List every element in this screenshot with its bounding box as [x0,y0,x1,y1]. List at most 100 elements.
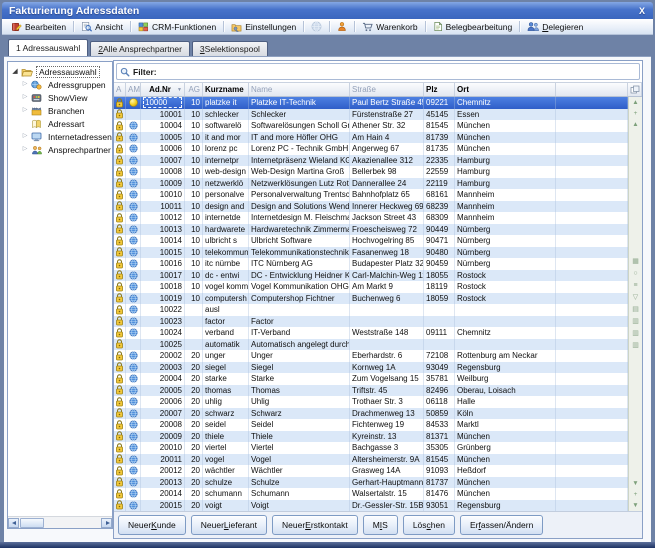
grid-row-10011[interactable]: 1001110design andDesign and Solutions We… [114,201,628,213]
grid-row-10018[interactable]: 1001810vogel kommVogel Kommunikation OHG… [114,281,628,293]
tree-item-adressauswahl[interactable]: ◢Adressauswahl [8,65,112,78]
grid-row-20006[interactable]: 2000620uhligUhligTrothaer Str. 306118Hal… [114,396,628,408]
column-chooser-button[interactable] [628,83,642,96]
scroll-up-icon[interactable]: ▲ [632,121,638,128]
grid-row-20010[interactable]: 2001020viertelViertelBachgasse 335305Grü… [114,442,628,454]
column-header-lock[interactable]: A [114,83,126,96]
column-header-plz[interactable]: Plz [424,83,455,96]
scroll-down-icon[interactable]: ▼ [632,480,638,487]
tree-collapsed-arrow-icon[interactable]: ▷ [21,143,29,156]
column-header-name[interactable]: Name [249,83,350,96]
tree-item-adressgruppen[interactable]: ▷Adressgruppen [8,78,112,91]
column-header-ag[interactable]: AG [185,83,203,96]
grid-row-10005[interactable]: 1000510it and morIT and more Höfler OHGA… [114,132,628,144]
filter-input[interactable] [160,64,639,79]
toolbar-button-einstellungen[interactable]: Einstellungen [226,20,301,34]
grid-row-20013[interactable]: 2001320schulzeSchulzeGerhart-Hauptmann-R… [114,477,628,489]
column-header-strasse[interactable]: Straße [350,83,424,96]
button-neuer-lieferant[interactable]: Neuer Lieferant [191,515,267,535]
grid-row-10015[interactable]: 1001510telekommunTelekommunikationstechn… [114,247,628,259]
tree-collapsed-arrow-icon[interactable]: ▷ [21,130,29,143]
tree-item-adressart[interactable]: Adressart [8,117,112,130]
insert-icon[interactable]: + [634,491,638,498]
column-header-adnr[interactable]: Ad.Nr▼ [141,83,185,96]
column-header-kurzname[interactable]: Kurzname [203,83,249,96]
toolbar-button-crm-funktionen[interactable]: CRM-Funktionen [133,20,221,34]
column-header-am[interactable]: AM [126,83,141,96]
record-icon[interactable]: ▥ [632,342,639,350]
list-icon[interactable]: ≡ [633,282,637,290]
grid-row-20014[interactable]: 2001420schumannSchumannWalsertalstr. 158… [114,488,628,500]
scroll-right-icon[interactable] [101,518,112,528]
tree-collapsed-arrow-icon[interactable]: ▷ [21,104,29,117]
columns-icon[interactable]: ▦ [632,258,639,266]
column-header-filler[interactable] [556,83,628,96]
grid-row-10010[interactable]: 1001010personalvePersonalverwaltung Tren… [114,189,628,201]
grid-row-10000[interactable]: 1000010platzke itPlatzke IT-TechnikPaul … [114,97,628,109]
layout-icon[interactable]: ▤ [632,306,639,314]
inline-edit-adnr[interactable]: 10000 [143,97,182,108]
grid-row-10024[interactable]: 10024verbandIT-VerbandWeststraße 1480911… [114,327,628,339]
grid-row-10023[interactable]: 10023factorFactor [114,316,628,328]
filter-bar[interactable]: Filter: [116,63,640,80]
button-neuer-erstkontakt[interactable]: Neuer Erstkontakt [272,515,358,535]
filter-icon[interactable]: ▽ [633,294,638,302]
toolbar-button-person[interactable] [332,20,352,34]
grid-row-10013[interactable]: 1001310hardwareteHardwaretechnik Zimmerm… [114,224,628,236]
tree-collapsed-arrow-icon[interactable]: ▷ [21,91,29,104]
grid-row-20008[interactable]: 2000820seidelSeidelFichtenweg 1984533Mar… [114,419,628,431]
grid-row-10016[interactable]: 1001610itc nürnbeITC Nürnberg AGBudapest… [114,258,628,270]
grid-row-10004[interactable]: 1000410softwarelöSoftwarelösungen Scholl… [114,120,628,132]
record-icon[interactable]: ▥ [632,330,639,338]
tree-hscrollbar[interactable] [8,516,112,528]
grid-row-10019[interactable]: 1001910computershComputershop FichtnerBu… [114,293,628,305]
tab-3-selektionspool[interactable]: 3 Selektionspool [192,41,268,56]
grid-row-20009[interactable]: 2000920thieleThieleKyreinstr. 1381371Mün… [114,431,628,443]
insert-icon[interactable]: + [634,110,638,117]
tree-item-ansprechpartner[interactable]: ▷Ansprechpartner [8,143,112,156]
button-erfassen-ndern[interactable]: Erfassen/Ändern [460,515,543,535]
column-header-ort[interactable]: Ort [455,83,556,96]
tree-item-showview[interactable]: ▷ShowView [8,91,112,104]
grid-row-20007[interactable]: 2000720schwarzSchwarzDrachmenweg 1350859… [114,408,628,420]
button-neuer-kunde[interactable]: Neuer Kunde [118,515,186,535]
toolbar-button-belegbearbeitung[interactable]: Belegbearbeitung [428,20,518,34]
grid-row-20015[interactable]: 2001520voigtVoigtDr.-Gessler-Str. 15B930… [114,500,628,512]
grid-row-10025[interactable]: 10025automatikAutomatisch angelegt durch… [114,339,628,351]
grid-row-10006[interactable]: 1000610lorenz pcLorenz PC - Technik GmbH… [114,143,628,155]
search-icon[interactable]: ○ [633,270,637,278]
tree-item-branchen[interactable]: ▷Branchen [8,104,112,117]
grid-row-10007[interactable]: 1000710internetprInternetpräsenz Wieland… [114,155,628,167]
grid-row-20012[interactable]: 2001220wächtlerWächtlerGrasweg 14A91093H… [114,465,628,477]
toolbar-button-delegieren[interactable]: Delegieren [522,20,588,34]
tree-item-internetadressen[interactable]: ▷Internetadressen [8,130,112,143]
grid-row-10017[interactable]: 1001710dc - entwiDC - Entwicklung Heidne… [114,270,628,282]
scrollbar-thumb[interactable] [20,518,44,528]
scroll-left-icon[interactable] [8,518,19,528]
toolbar-button-warenkorb[interactable]: Warenkorb [357,20,422,34]
grid-row-20003[interactable]: 2000320siegelSiegelKornweg 1A93049Regens… [114,362,628,374]
grid-row-10008[interactable]: 1000810web-designWeb-Design Martina Groß… [114,166,628,178]
record-icon[interactable]: ▥ [632,318,639,326]
toolbar-button-ansicht[interactable]: Ansicht [76,20,128,34]
tree-collapsed-arrow-icon[interactable]: ▷ [21,78,29,91]
tab-2-alle-ansprechpartner[interactable]: 2 Alle Ansprechpartner [90,41,190,56]
button-l-schen[interactable]: Löschen [403,515,455,535]
grid-row-10012[interactable]: 1001210internetdeInternetdesign M. Fleis… [114,212,628,224]
jump-up-icon[interactable]: ▲ [632,99,638,106]
toolbar-button-globe-faded[interactable] [306,20,327,34]
grid-row-10014[interactable]: 1001410ulbricht sUlbricht SoftwareHochvo… [114,235,628,247]
grid-row-20004[interactable]: 2000420starkeStarkeZum Vogelsang 1535781… [114,373,628,385]
button-mis[interactable]: MIS [363,515,398,535]
grid-row-20002[interactable]: 2000220ungerUngerEberhardstr. 672108Rott… [114,350,628,362]
close-button[interactable]: X [635,4,649,17]
grid-row-20005[interactable]: 2000520thomasThomasTriftstr. 4582496Ober… [114,385,628,397]
grid-row-10001[interactable]: 1000110schleckerSchleckerFürstenstraße 2… [114,109,628,121]
toolbar-button-bearbeiten[interactable]: Bearbeiten [6,20,71,34]
grid-row-10022[interactable]: 10022ausl [114,304,628,316]
tab-1-adressauswahl[interactable]: 1 Adressauswahl [8,39,88,56]
jump-down-icon[interactable]: ▼ [632,502,638,509]
grid-scroll-strip[interactable]: ▲ + ▲ ▦ ○ ≡ ▽ ▤ ▥ ▥ ▥ ▼ + ▼ [628,97,642,511]
grid-row-10009[interactable]: 1000910netzwerklöNetzwerklösungen Lutz R… [114,178,628,190]
grid-row-20011[interactable]: 2001120vogelVogelAltersheimerstr. 9A8154… [114,454,628,466]
